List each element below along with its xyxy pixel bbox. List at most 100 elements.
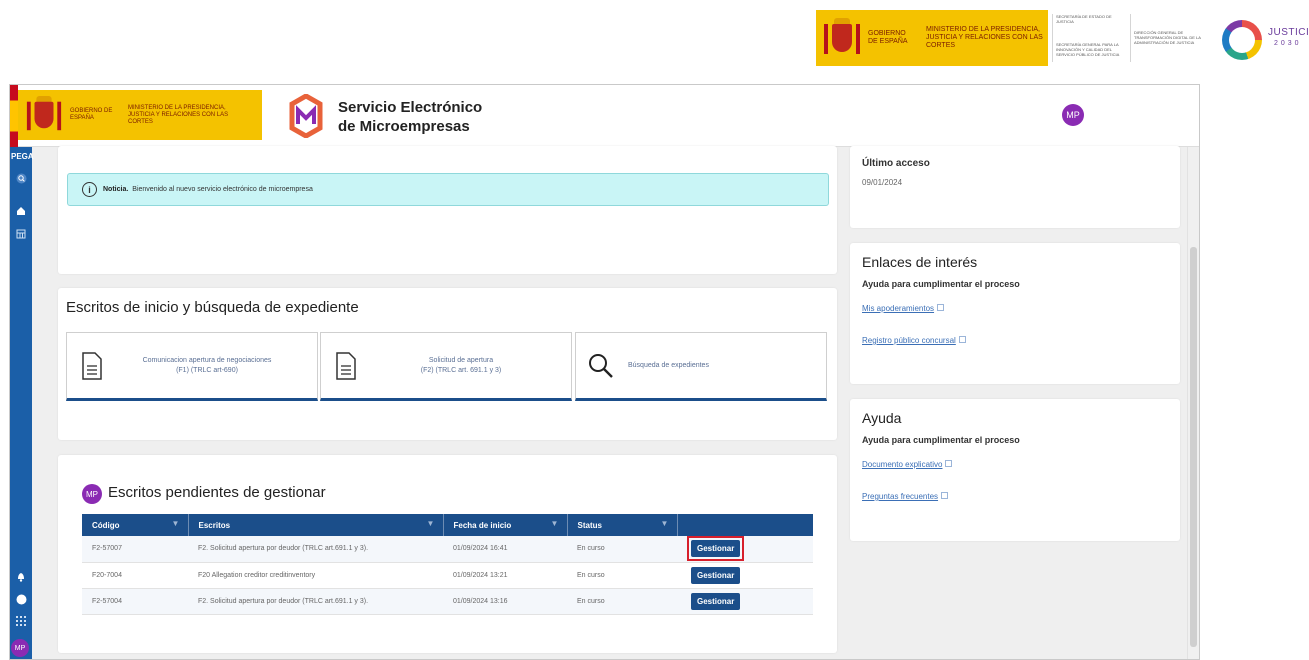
link-documento-explicativo[interactable]: Documento explicativo xyxy=(862,460,953,469)
gobierno-logo: GOBIERNO DE ESPAÑA MINISTERIO DE LA PRES… xyxy=(816,10,1048,66)
cell-escrito: F20 Allegation creditor creditinventory xyxy=(188,562,443,589)
notice-card xyxy=(58,146,837,274)
tile-label: Comunicacion apertura de negociaciones (… xyxy=(117,356,297,376)
cell-status: En curso xyxy=(567,588,677,615)
col-codigo[interactable]: Código ▼ xyxy=(82,514,189,536)
cell-codigo: F20-7004 xyxy=(82,562,188,589)
bell-icon[interactable] xyxy=(15,570,27,582)
gestionar-button[interactable]: Gestionar xyxy=(691,592,741,610)
document-icon xyxy=(336,351,356,380)
filter-icon[interactable]: ▼ xyxy=(661,519,671,529)
coat-of-arms-icon xyxy=(822,18,862,58)
cell-action: Gestionar xyxy=(677,588,813,615)
col-fecha-label: Fecha de inicio xyxy=(453,520,512,530)
gobierno-text: GOBIERNO DE ESPAÑA xyxy=(868,30,908,45)
tile-label-line1: Comunicacion apertura de negociaciones xyxy=(142,356,272,364)
col-status-label: Status xyxy=(577,520,602,530)
link-registro-publico-concursal[interactable]: Registro público concursal xyxy=(862,336,966,345)
ministerio-text: MINISTERIO DE LA PRESIDENCIA, JUSTICIA Y… xyxy=(926,26,1043,49)
tile-label-line2: (F1) (TRLC art-690) xyxy=(176,366,238,374)
link-text: Registro público concursal xyxy=(862,336,956,345)
tile-label: Solicitud de apertura (F2) (TRLC art. 69… xyxy=(371,356,551,376)
notice-label: Noticia. xyxy=(103,186,129,193)
direccion-general-text: DIRECCIÓN GENERAL DE TRANSFORMACIÓN DIGI… xyxy=(1134,30,1201,45)
cell-escrito: F2. Solicitud apertura por deudor (TRLC … xyxy=(188,588,443,615)
tile-comunicacion-apertura[interactable]: Comunicacion apertura de negociaciones (… xyxy=(66,332,318,401)
cell-fecha: 01/09/2024 13:21 xyxy=(443,562,567,589)
app-header: GOBIERNO DE ESPAÑA MINISTERIO DE LA PRES… xyxy=(10,85,1199,147)
notice-banner: i Noticia. Bienvenido al nuevo servicio … xyxy=(67,173,829,206)
tile-label: Búsqueda de expedientes xyxy=(628,361,709,369)
table-row: F20-7004 F20 Allegation creditor crediti… xyxy=(82,562,813,589)
tile-solicitud-apertura[interactable]: Solicitud de apertura (F2) (TRLC art. 69… xyxy=(320,332,572,401)
secretaria-general-text: SECRETARÍA GENERAL PARA LA INNOVACIÓN Y … xyxy=(1056,42,1120,57)
tile-label-line2: (F2) (TRLC art. 691.1 y 3) xyxy=(420,366,502,374)
table-row: F2-57004 F2. Solicitud apertura por deud… xyxy=(82,588,813,615)
col-fecha[interactable]: Fecha de inicio ▼ xyxy=(443,514,568,536)
escritos-title: Escritos de inicio y búsqueda de expedie… xyxy=(66,299,359,316)
link-preguntas-frecuentes[interactable]: Preguntas frecuentes xyxy=(862,492,949,501)
header-gobierno-logo: GOBIERNO DE ESPAÑA MINISTERIO DE LA PRES… xyxy=(18,90,262,140)
pega-brand: PEGA xyxy=(11,152,34,161)
calendar-icon[interactable] xyxy=(15,228,27,240)
justicia-logo-icon xyxy=(1222,20,1262,60)
help-icon[interactable] xyxy=(15,593,27,605)
filter-icon[interactable]: ▼ xyxy=(427,519,437,529)
link-text: Documento explicativo xyxy=(862,460,943,469)
cell-escrito: F2. Solicitud apertura por deudor (TRLC … xyxy=(188,536,443,563)
col-status[interactable]: Status ▼ xyxy=(567,514,678,536)
magnifier-icon xyxy=(589,353,613,378)
microempresas-logo-icon xyxy=(289,94,323,138)
justicia-text: JUSTICIA xyxy=(1268,27,1309,38)
col-actions xyxy=(677,514,813,536)
col-codigo-label: Código xyxy=(92,520,120,530)
gestionar-button[interactable]: Gestionar xyxy=(691,566,741,584)
ultimo-acceso-value: 09/01/2024 xyxy=(862,178,903,187)
app-title-line2: de Microempresas xyxy=(338,118,470,135)
sidebar: PEGA MP xyxy=(10,147,34,659)
sidebar-user-avatar[interactable]: MP xyxy=(11,639,29,657)
filter-icon[interactable]: ▼ xyxy=(172,519,182,529)
app-title-line1: Servicio Electrónico xyxy=(338,99,483,116)
pendientes-badge: MP xyxy=(82,484,102,504)
user-avatar[interactable]: MP xyxy=(1062,104,1084,126)
app-title: Servicio Electrónico de Microempresas xyxy=(338,98,482,136)
cell-codigo: F2-57004 xyxy=(82,588,188,615)
secretaria-estado-text: SECRETARÍA DE ESTADO DE JUSTICIA xyxy=(1056,14,1112,24)
enlaces-title: Enlaces de interés xyxy=(862,254,978,270)
pendientes-title: Escritos pendientes de gestionar xyxy=(108,484,326,501)
document-icon xyxy=(82,351,102,380)
table-header-row: Código ▼ Escritos ▼ Fecha de inicio ▼ Statu… xyxy=(82,514,813,536)
table-row: F2-57007 F2. Solicitud apertura por deud… xyxy=(82,536,813,563)
header-ministerio-text: MINISTERIO DE LA PRESIDENCIA, JUSTICIA Y… xyxy=(128,104,229,125)
pendientes-table: Código ▼ Escritos ▼ Fecha de inicio ▼ Statu… xyxy=(82,514,813,615)
external-link-icon xyxy=(941,492,949,499)
cell-status: En curso xyxy=(567,536,677,563)
tile-label-line1: Solicitud de apertura xyxy=(428,356,494,364)
col-escritos-label: Escritos xyxy=(198,520,231,530)
scrollbar-thumb[interactable] xyxy=(1190,247,1197,647)
gestionar-button[interactable]: Gestionar xyxy=(691,540,741,558)
external-link-icon xyxy=(958,336,966,343)
search-icon[interactable] xyxy=(15,172,27,184)
apps-icon[interactable] xyxy=(15,615,27,627)
tile-busqueda-expedientes[interactable]: Búsqueda de expedientes xyxy=(575,332,827,401)
spain-flag-strip xyxy=(10,85,18,147)
col-escritos[interactable]: Escritos ▼ xyxy=(188,514,444,536)
cell-status: En curso xyxy=(567,562,677,589)
ultimo-acceso-label: Último acceso xyxy=(862,158,930,169)
header-gobierno-text: GOBIERNO DE ESPAÑA xyxy=(70,108,113,121)
notice-text: Bienvenido al nuevo servicio electrónico… xyxy=(132,186,313,193)
home-icon[interactable] xyxy=(15,205,27,217)
cell-action: Gestionar xyxy=(677,536,813,563)
link-text: Mis apoderamientos xyxy=(862,304,935,313)
link-mis-apoderamientos[interactable]: Mis apoderamientos xyxy=(862,304,945,313)
external-link-icon xyxy=(937,304,945,311)
external-link-icon xyxy=(945,460,953,467)
filter-icon[interactable]: ▼ xyxy=(551,519,561,529)
cell-fecha: 01/09/2024 16:41 xyxy=(443,536,567,563)
ayuda-subtitle: Ayuda para cumplimentar el proceso xyxy=(862,435,1020,445)
vertical-scrollbar[interactable] xyxy=(1187,147,1199,659)
link-text: Preguntas frecuentes xyxy=(862,492,939,501)
institutional-banner: GOBIERNO DE ESPAÑA MINISTERIO DE LA PRES… xyxy=(0,0,1309,75)
